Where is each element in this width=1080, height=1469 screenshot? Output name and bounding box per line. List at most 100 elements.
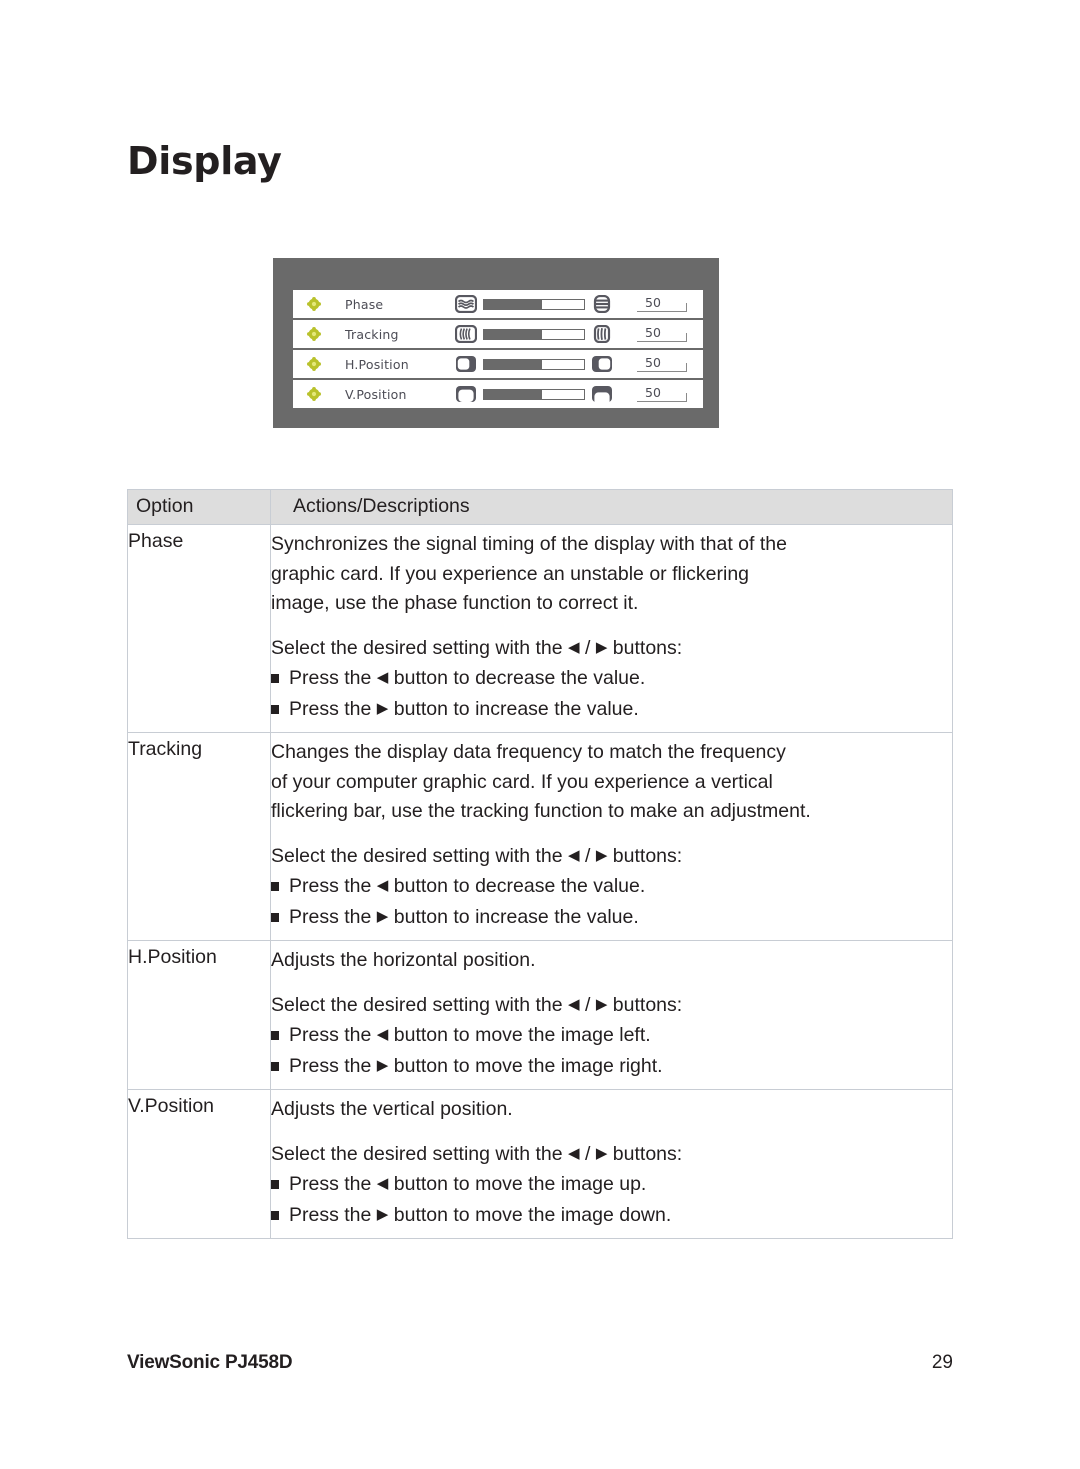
bullet-text-post: button to increase the value. — [388, 697, 639, 720]
osd-row-phase: Phase 50 — [293, 290, 703, 318]
desc-line: Adjusts the horizontal position. — [271, 949, 536, 971]
value-tick — [686, 393, 687, 402]
arrow-left-icon: ◀ — [376, 1175, 389, 1192]
arrow-left-icon: ◀ — [376, 877, 389, 894]
arrow-left-icon: ◀ — [568, 1144, 580, 1162]
osd-value-number: 50 — [645, 355, 661, 370]
option-desc-h-position: Adjusts the horizontal position. Select … — [270, 940, 953, 1090]
square-bullet-icon — [271, 882, 279, 891]
arrow-right-icon: ▶ — [376, 907, 389, 925]
square-bullet-icon — [271, 1061, 279, 1071]
osd-bar-fill — [484, 359, 542, 369]
select-text-sep: / — [579, 993, 596, 1016]
osd-bar-v-position[interactable] — [483, 388, 585, 400]
osd-row-list: Phase 50 Tracking 50 H.Position 50 V.Pos… — [293, 290, 703, 410]
osd-bar-h-position[interactable] — [483, 358, 585, 370]
footer-model: ViewSonic PJ458D — [127, 1352, 293, 1373]
diamond-bullet-icon — [307, 387, 321, 401]
diamond-bullet-icon — [307, 327, 321, 341]
select-text-post: buttons: — [607, 636, 683, 659]
table-row: V.Position Adjusts the vertical position… — [127, 1089, 953, 1239]
column-header-option: Option — [127, 489, 271, 525]
diamond-bullet-icon — [307, 357, 321, 371]
bullet-text-pre: Press the — [289, 1024, 377, 1046]
osd-label-phase: Phase — [345, 296, 384, 312]
arrow-right-icon: ▶ — [595, 1144, 608, 1162]
phase-stack-icon — [589, 294, 615, 314]
bullet-text-post: button to move the image right. — [388, 1054, 663, 1077]
osd-value-v-position: 50 — [631, 384, 693, 404]
select-text-post: buttons: — [607, 993, 683, 1016]
diamond-bullet-icon — [307, 297, 321, 311]
page-footer: ViewSonic PJ458D 29 — [127, 1352, 953, 1374]
value-tick — [686, 303, 687, 312]
select-text-pre: Select the desired setting with the — [271, 1142, 569, 1165]
osd-bar-phase[interactable] — [483, 298, 585, 310]
osd-bar-tracking[interactable] — [483, 328, 585, 340]
value-underline — [637, 311, 687, 312]
square-bullet-icon — [271, 704, 279, 714]
v-position-up-icon — [589, 384, 615, 404]
select-text-pre: Select the desired setting with the — [271, 844, 569, 867]
value-underline — [637, 401, 687, 402]
value-underline — [637, 371, 687, 372]
arrow-left-icon: ◀ — [376, 669, 389, 686]
square-bullet-icon — [271, 1180, 279, 1189]
bullet-text-pre: Press the — [289, 1054, 377, 1077]
option-desc-tracking: Changes the display data frequency to ma… — [270, 732, 953, 941]
osd-row-tracking: Tracking 50 — [293, 320, 703, 348]
option-name-tracking: Tracking — [127, 732, 271, 941]
square-bullet-icon — [271, 1031, 279, 1040]
osd-bar-fill — [484, 389, 542, 399]
desc-line: Synchronizes the signal timing of the di… — [271, 533, 787, 555]
arrow-right-icon: ▶ — [595, 638, 608, 656]
arrow-left-icon: ◀ — [376, 1026, 389, 1043]
osd-value-tracking: 50 — [631, 324, 693, 344]
osd-row-h-position: H.Position 50 — [293, 350, 703, 378]
desc-line: graphic card. If you experience an unsta… — [271, 562, 750, 585]
tracking-wide-icon — [589, 324, 615, 344]
select-instruction-line: Select the desired setting with the ◀ / … — [271, 1139, 952, 1170]
desc-line: image, use the phase function to correct… — [271, 592, 639, 614]
desc-line: of your computer graphic card. If you ex… — [271, 770, 773, 793]
osd-value-phase: 50 — [631, 294, 693, 314]
bullet-text-post: button to increase the value. — [388, 905, 639, 928]
select-text-pre: Select the desired setting with the — [271, 993, 569, 1016]
option-desc-phase: Synchronizes the signal timing of the di… — [270, 524, 953, 733]
h-position-left-icon — [453, 354, 479, 374]
option-name-h-position: H.Position — [127, 940, 271, 1090]
bullet-text-pre: Press the — [289, 875, 377, 897]
square-bullet-icon — [271, 1210, 279, 1220]
table-row: H.Position Adjusts the horizontal positi… — [127, 940, 953, 1090]
select-text-pre: Select the desired setting with the — [271, 636, 569, 659]
osd-bar-fill — [484, 299, 542, 309]
select-instruction-line: Select the desired setting with the ◀ / … — [271, 633, 952, 664]
desc-line: flickering bar, use the tracking functio… — [271, 800, 811, 822]
bullet-text-post: button to move the image left. — [388, 1024, 651, 1046]
osd-label-v-position: V.Position — [345, 386, 407, 402]
select-text-sep: / — [579, 1142, 596, 1165]
bullet-text-pre: Press the — [289, 1203, 377, 1226]
phase-wave-icon — [453, 294, 479, 314]
bullet-text-post: button to decrease the value. — [388, 875, 646, 897]
table-header-row: Option Actions/Descriptions — [127, 489, 953, 525]
value-tick — [686, 363, 687, 372]
page-title: Display — [127, 139, 282, 183]
osd-value-number: 50 — [645, 325, 661, 340]
bullet-line: Press the ◀ button to move the image up. — [271, 1169, 952, 1200]
options-table: Option Actions/Descriptions Phase Synchr… — [127, 489, 953, 1239]
select-text-post: buttons: — [607, 844, 683, 867]
bullet-line: Press the ◀ button to decrease the value… — [271, 663, 952, 694]
bullet-line: Press the ▶ button to move the image rig… — [271, 1051, 952, 1082]
bullet-line: Press the ▶ button to increase the value… — [271, 902, 952, 933]
osd-menu-screenshot: Phase 50 Tracking 50 H.Position 50 V.Pos… — [273, 258, 719, 428]
bullet-line: Press the ▶ button to increase the value… — [271, 694, 952, 725]
arrow-right-icon: ▶ — [595, 846, 608, 864]
arrow-right-icon: ▶ — [595, 995, 608, 1013]
option-desc-v-position: Adjusts the vertical position. Select th… — [270, 1089, 953, 1239]
arrow-right-icon: ▶ — [376, 699, 389, 717]
